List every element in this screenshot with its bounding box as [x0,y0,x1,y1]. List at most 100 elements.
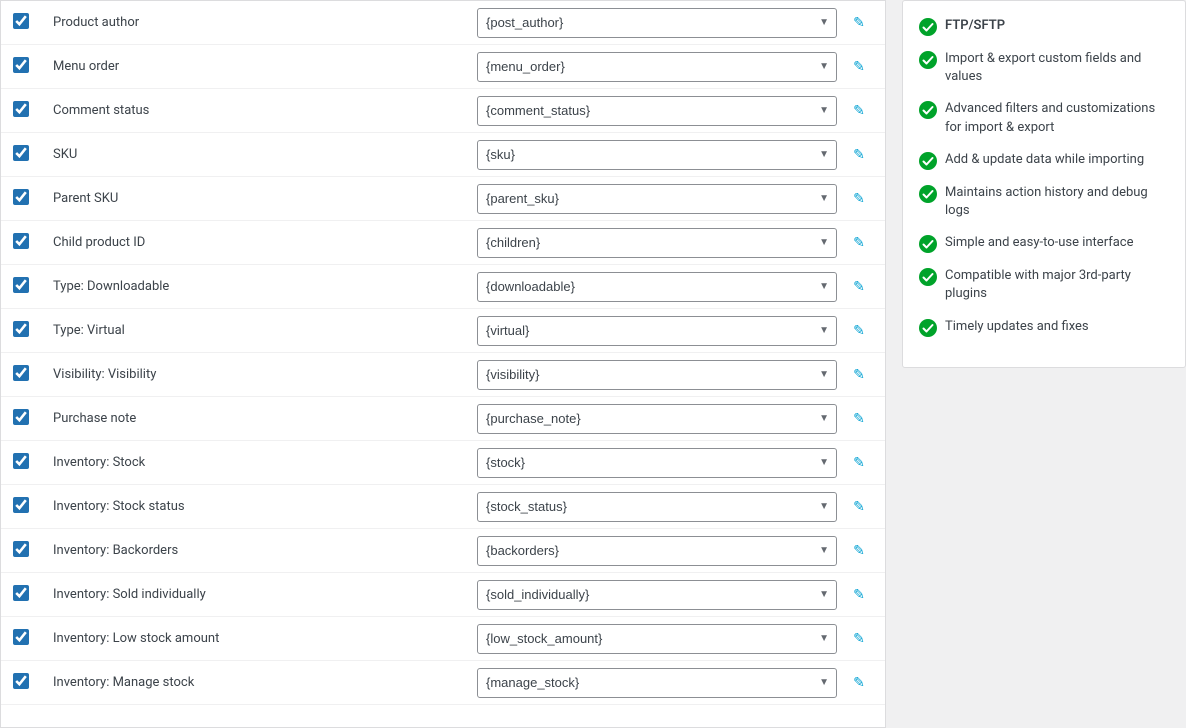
label-type-virtual: Type: Virtual [45,323,477,338]
edit-icon-parent-sku[interactable]: ✎ [853,191,865,207]
select-type-downloadable[interactable]: {downloadable} [477,272,837,302]
checkbox-sku[interactable] [13,145,29,161]
label-visibility-visibility: Visibility: Visibility [45,367,477,382]
checkbox-inventory-manage-stock[interactable] [13,673,29,689]
feature-text-simple-interface: Simple and easy-to-use interface [945,234,1134,252]
select-inventory-stock-status[interactable]: {stock_status} [477,492,837,522]
select-visibility-visibility[interactable]: {visibility} [477,360,837,390]
checkbox-cell-type-virtual [13,321,45,341]
edit-icon-comment-status[interactable]: ✎ [853,103,865,119]
select-inventory-stock[interactable]: {stock} [477,448,837,478]
edit-icon-type-virtual[interactable]: ✎ [853,323,865,339]
edit-icon-sku[interactable]: ✎ [853,147,865,163]
select-inventory-low-stock-amount[interactable]: {low_stock_amount} [477,624,837,654]
checkbox-cell-inventory-sold-individually [13,585,45,605]
select-cell-sku: {sku} ▼ [477,140,837,170]
edit-cell-inventory-manage-stock: ✎ [845,675,873,691]
feature-item-action-history: Maintains action history and debug logs [919,184,1169,220]
checkbox-visibility-visibility[interactable] [13,365,29,381]
checkbox-inventory-sold-individually[interactable] [13,585,29,601]
checkbox-type-virtual[interactable] [13,321,29,337]
select-cell-type-virtual: {virtual} ▼ [477,316,837,346]
checkbox-child-product-id[interactable] [13,233,29,249]
label-product-author: Product author [45,15,477,30]
checkbox-inventory-backorders[interactable] [13,541,29,557]
feature-item-ftp-sftp: FTP/SFTP [919,17,1169,36]
select-inventory-sold-individually[interactable]: {sold_individually} [477,580,837,610]
checkbox-parent-sku[interactable] [13,189,29,205]
select-cell-inventory-stock: {stock} ▼ [477,448,837,478]
check-circle-icon-action-history [919,185,937,203]
edit-icon-inventory-sold-individually[interactable]: ✎ [853,587,865,603]
edit-icon-inventory-stock-status[interactable]: ✎ [853,499,865,515]
checkbox-cell-product-author [13,13,45,33]
field-row-inventory-backorders: Inventory: Backorders {backorders} ▼ ✎ [1,529,885,573]
select-cell-parent-sku: {parent_sku} ▼ [477,184,837,214]
checkbox-menu-order[interactable] [13,57,29,73]
checkbox-cell-inventory-stock-status [13,497,45,517]
select-cell-inventory-stock-status: {stock_status} ▼ [477,492,837,522]
checkbox-cell-type-downloadable [13,277,45,297]
select-inventory-manage-stock[interactable]: {manage_stock} [477,668,837,698]
select-comment-status[interactable]: {comment_status} [477,96,837,126]
feature-text-import-export-custom: Import & export custom fields and values [945,50,1169,86]
feature-text-advanced-filters: Advanced filters and customizations for … [945,100,1169,136]
select-inventory-backorders[interactable]: {backorders} [477,536,837,566]
edit-icon-inventory-manage-stock[interactable]: ✎ [853,675,865,691]
field-row-type-virtual: Type: Virtual {virtual} ▼ ✎ [1,309,885,353]
checkbox-product-author[interactable] [13,13,29,29]
edit-icon-purchase-note[interactable]: ✎ [853,411,865,427]
field-row-sku: SKU {sku} ▼ ✎ [1,133,885,177]
check-circle-icon-ftp-sftp [919,18,937,36]
select-cell-comment-status: {comment_status} ▼ [477,96,837,126]
edit-cell-type-downloadable: ✎ [845,279,873,295]
label-parent-sku: Parent SKU [45,191,477,206]
edit-icon-product-author[interactable]: ✎ [853,15,865,31]
edit-cell-type-virtual: ✎ [845,323,873,339]
checkbox-inventory-stock-status[interactable] [13,497,29,513]
edit-icon-inventory-stock[interactable]: ✎ [853,455,865,471]
edit-icon-child-product-id[interactable]: ✎ [853,235,865,251]
edit-icon-type-downloadable[interactable]: ✎ [853,279,865,295]
select-product-author[interactable]: {post_author} [477,8,837,38]
select-child-product-id[interactable]: {children} [477,228,837,258]
select-cell-purchase-note: {purchase_note} ▼ [477,404,837,434]
field-row-inventory-manage-stock: Inventory: Manage stock {manage_stock} ▼… [1,661,885,705]
checkbox-cell-parent-sku [13,189,45,209]
sidebar-box: FTP/SFTP Import & export custom fields a… [902,0,1186,368]
checkbox-inventory-stock[interactable] [13,453,29,469]
checkbox-purchase-note[interactable] [13,409,29,425]
check-circle-icon-add-update-data [919,152,937,170]
label-purchase-note: Purchase note [45,411,477,426]
label-menu-order: Menu order [45,59,477,74]
select-cell-inventory-backorders: {backorders} ▼ [477,536,837,566]
feature-item-advanced-filters: Advanced filters and customizations for … [919,100,1169,136]
field-row-inventory-stock: Inventory: Stock {stock} ▼ ✎ [1,441,885,485]
field-row-inventory-low-stock-amount: Inventory: Low stock amount {low_stock_a… [1,617,885,661]
checkbox-cell-inventory-low-stock-amount [13,629,45,649]
checkbox-cell-inventory-backorders [13,541,45,561]
checkbox-inventory-low-stock-amount[interactable] [13,629,29,645]
check-circle-icon-import-export-custom [919,51,937,69]
select-type-virtual[interactable]: {virtual} [477,316,837,346]
field-row-inventory-stock-status: Inventory: Stock status {stock_status} ▼… [1,485,885,529]
select-menu-order[interactable]: {menu_order} [477,52,837,82]
field-row-purchase-note: Purchase note {purchase_note} ▼ ✎ [1,397,885,441]
checkbox-cell-menu-order [13,57,45,77]
edit-icon-visibility-visibility[interactable]: ✎ [853,367,865,383]
edit-icon-menu-order[interactable]: ✎ [853,59,865,75]
checkbox-cell-child-product-id [13,233,45,253]
edit-cell-inventory-stock-status: ✎ [845,499,873,515]
label-child-product-id: Child product ID [45,235,477,250]
select-purchase-note[interactable]: {purchase_note} [477,404,837,434]
feature-item-import-export-custom: Import & export custom fields and values [919,50,1169,86]
select-cell-visibility-visibility: {visibility} ▼ [477,360,837,390]
select-cell-inventory-sold-individually: {sold_individually} ▼ [477,580,837,610]
select-sku[interactable]: {sku} [477,140,837,170]
feature-item-add-update-data: Add & update data while importing [919,151,1169,170]
edit-icon-inventory-backorders[interactable]: ✎ [853,543,865,559]
checkbox-comment-status[interactable] [13,101,29,117]
checkbox-type-downloadable[interactable] [13,277,29,293]
select-parent-sku[interactable]: {parent_sku} [477,184,837,214]
edit-icon-inventory-low-stock-amount[interactable]: ✎ [853,631,865,647]
